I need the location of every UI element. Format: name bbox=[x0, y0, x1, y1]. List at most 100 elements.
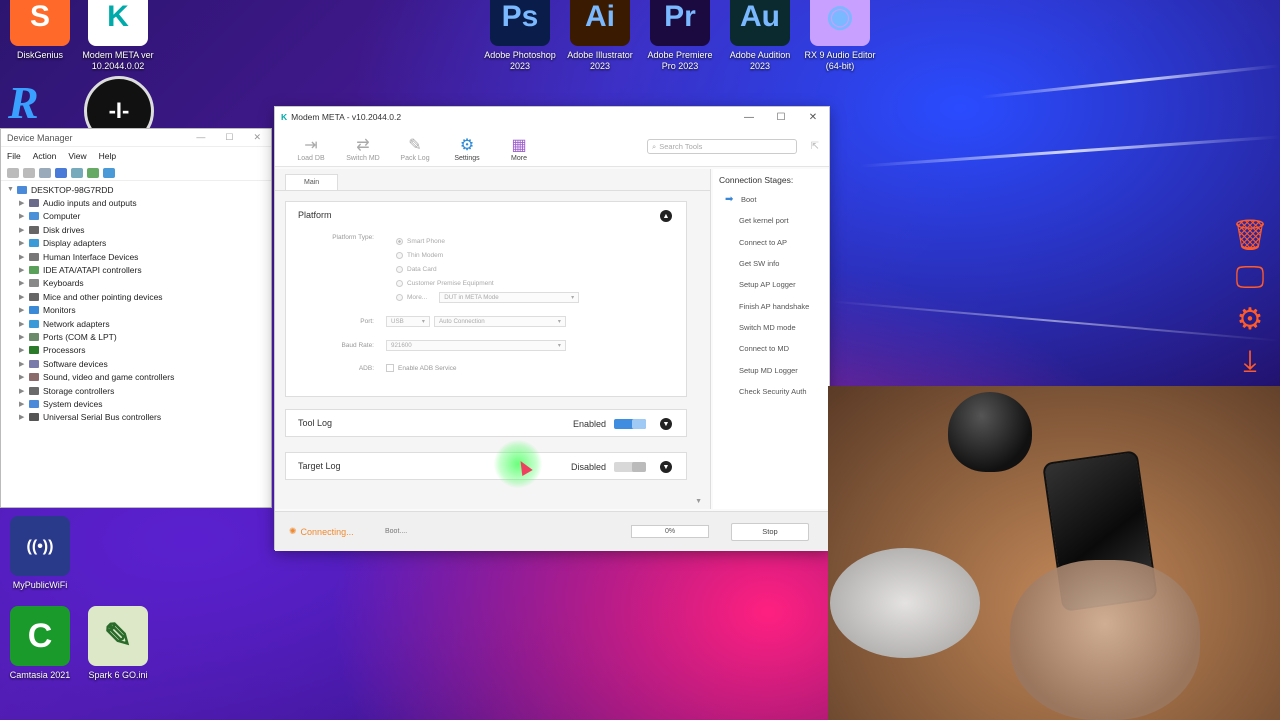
device-category[interactable]: ▶ Software devices bbox=[7, 357, 265, 370]
device-category[interactable]: ▶ Ports (COM & LPT) bbox=[7, 330, 265, 343]
toolbar-load-db-button[interactable]: ⇥ Load DB bbox=[285, 135, 337, 162]
desktop-icon[interactable]: Pr Adobe Premiere Pro 2023 bbox=[640, 0, 720, 72]
platform-option[interactable]: Customer Premise Equipment bbox=[396, 277, 579, 291]
chevron-right-icon[interactable]: ▶ bbox=[19, 346, 29, 354]
device-category[interactable]: ▶ System devices bbox=[7, 397, 265, 410]
tab-main[interactable]: Main bbox=[285, 174, 339, 190]
desktop-icon[interactable]: Au Adobe Audition 2023 bbox=[720, 0, 800, 72]
chevron-right-icon[interactable]: ▶ bbox=[19, 199, 29, 207]
chevron-right-icon[interactable]: ▶ bbox=[19, 360, 29, 368]
chevron-right-icon[interactable]: ▶ bbox=[19, 400, 29, 408]
maximize-icon[interactable]: ☐ bbox=[765, 112, 797, 123]
toolbar-switch-md-button[interactable]: ⇄ Switch MD bbox=[337, 135, 389, 162]
toolbar-more-button[interactable]: ▦ More bbox=[493, 135, 545, 162]
desktop-icon[interactable]: Ai Adobe Illustrator 2023 bbox=[560, 0, 640, 72]
exit-icon[interactable]: ⇱ bbox=[811, 141, 819, 152]
camtasia-2021-icon: C bbox=[10, 606, 70, 666]
minimize-icon[interactable]: — bbox=[196, 132, 205, 143]
menu-item-view[interactable]: View bbox=[68, 151, 86, 161]
expand-tool-log-icon[interactable]: ▼ bbox=[660, 418, 672, 430]
search-tools-input[interactable]: ⌕ Search Tools bbox=[647, 139, 797, 154]
desktop-icon[interactable]: C Camtasia 2021 bbox=[0, 606, 80, 681]
properties-icon[interactable] bbox=[39, 167, 51, 178]
chevron-right-icon[interactable]: ▶ bbox=[19, 293, 29, 301]
expand-target-log-icon[interactable]: ▼ bbox=[660, 461, 672, 473]
platform-option[interactable]: Data Card bbox=[396, 262, 579, 276]
chevron-down-icon[interactable]: ▼ bbox=[7, 186, 17, 193]
more-mode-select[interactable]: DUT in META Mode ▾ bbox=[439, 292, 580, 304]
radio-button[interactable] bbox=[396, 294, 403, 302]
scroll-down-icon[interactable]: ▼ bbox=[695, 498, 702, 505]
device-category[interactable]: ▶ Display adapters bbox=[7, 237, 265, 250]
platform-option[interactable]: Thin Modem bbox=[396, 248, 579, 262]
chevron-right-icon[interactable]: ▶ bbox=[19, 253, 29, 261]
close-icon[interactable]: ✕ bbox=[797, 112, 829, 123]
radio-button[interactable] bbox=[396, 280, 403, 288]
desktop-icon[interactable]: Ps Adobe Photoshop 2023 bbox=[480, 0, 560, 72]
device-category[interactable]: ▶ Mice and other pointing devices bbox=[7, 290, 265, 303]
scan-hardware-icon[interactable] bbox=[87, 167, 99, 178]
monitor-icon[interactable] bbox=[103, 167, 115, 178]
device-category[interactable]: ▶ Storage controllers bbox=[7, 384, 265, 397]
radio-button[interactable] bbox=[396, 251, 403, 259]
help-icon[interactable] bbox=[55, 167, 67, 178]
minimize-icon[interactable]: — bbox=[733, 112, 765, 123]
device-category[interactable]: ▶ Audio inputs and outputs bbox=[7, 196, 265, 209]
chevron-right-icon[interactable]: ▶ bbox=[19, 306, 29, 314]
device-category[interactable]: ▶ Network adapters bbox=[7, 317, 265, 330]
device-category[interactable]: ▶ Computer bbox=[7, 210, 265, 223]
baud-select[interactable]: 921600 ▾ bbox=[386, 340, 566, 351]
chevron-right-icon[interactable]: ▶ bbox=[19, 333, 29, 341]
chevron-right-icon[interactable]: ▶ bbox=[19, 226, 29, 234]
menu-item-help[interactable]: Help bbox=[99, 151, 116, 161]
desktop-icon[interactable]: ((•)) MyPublicWiFi bbox=[0, 516, 80, 591]
chevron-right-icon[interactable]: ▶ bbox=[19, 387, 29, 395]
radio-button[interactable] bbox=[396, 237, 403, 245]
port-select[interactable]: USB ▾ bbox=[386, 316, 430, 327]
download-icon[interactable]: ⤓ bbox=[1243, 344, 1256, 380]
device-category[interactable]: ▶ Universal Serial Bus controllers bbox=[7, 411, 265, 424]
platform-option[interactable]: Smart Phone bbox=[396, 234, 579, 248]
menu-item-action[interactable]: Action bbox=[33, 151, 57, 161]
rollback-r-icon[interactable]: R bbox=[8, 76, 68, 128]
device-category[interactable]: ▶ IDE ATA/ATAPI controllers bbox=[7, 263, 265, 276]
close-icon[interactable]: ✕ bbox=[253, 132, 261, 143]
device-category[interactable]: ▶ Keyboards bbox=[7, 277, 265, 290]
chevron-right-icon[interactable]: ▶ bbox=[19, 239, 29, 247]
device-category[interactable]: ▶ Sound, video and game controllers bbox=[7, 370, 265, 383]
back-icon[interactable] bbox=[7, 167, 19, 178]
desktop-icon[interactable]: ◉ RX 9 Audio Editor (64-bit) bbox=[800, 0, 880, 72]
adb-checkbox[interactable] bbox=[386, 364, 394, 372]
trash-icon[interactable]: 🗑 bbox=[1231, 218, 1269, 254]
forward-icon[interactable] bbox=[23, 167, 35, 178]
device-tree-root[interactable]: ▼ DESKTOP-98G7RDD bbox=[7, 183, 265, 196]
chevron-right-icon[interactable]: ▶ bbox=[19, 279, 29, 287]
desktop-icon[interactable]: K Modem META ver 10.2044.0.02 bbox=[78, 0, 158, 72]
chevron-right-icon[interactable]: ▶ bbox=[19, 266, 29, 274]
toolbar-settings-button[interactable]: ⚙ Settings bbox=[441, 135, 493, 162]
tool-log-state: Enabled bbox=[572, 419, 606, 429]
toolbar-pack-log-button[interactable]: ✎ Pack Log bbox=[389, 135, 441, 162]
gear-icon[interactable]: ⚙ bbox=[1237, 302, 1264, 338]
desktop-icon[interactable]: S DiskGenius bbox=[0, 0, 80, 61]
chevron-right-icon[interactable]: ▶ bbox=[19, 413, 29, 421]
collapse-platform-icon[interactable]: ▲ bbox=[660, 210, 672, 222]
update-driver-icon[interactable] bbox=[71, 167, 83, 178]
radio-button[interactable] bbox=[396, 265, 403, 273]
target-log-toggle[interactable] bbox=[614, 462, 646, 472]
stop-button[interactable]: Stop bbox=[731, 522, 809, 541]
chevron-right-icon[interactable]: ▶ bbox=[19, 320, 29, 328]
chevron-right-icon[interactable]: ▶ bbox=[19, 373, 29, 381]
port-mode-select[interactable]: Auto Connection ▾ bbox=[434, 316, 566, 327]
platform-option[interactable]: More... DUT in META Mode ▾ bbox=[396, 291, 580, 305]
device-category[interactable]: ▶ Disk drives bbox=[7, 223, 265, 236]
device-category[interactable]: ▶ Monitors bbox=[7, 304, 265, 317]
tool-log-toggle[interactable] bbox=[614, 419, 646, 429]
chevron-right-icon[interactable]: ▶ bbox=[19, 212, 29, 220]
maximize-icon[interactable]: ☐ bbox=[225, 132, 233, 143]
monitor-icon[interactable]: 🖵 bbox=[1236, 260, 1265, 296]
desktop-icon[interactable]: ✎ Spark 6 GO.ini bbox=[78, 606, 158, 681]
menu-item-file[interactable]: File bbox=[7, 151, 21, 161]
device-category[interactable]: ▶ Human Interface Devices bbox=[7, 250, 265, 263]
device-category[interactable]: ▶ Processors bbox=[7, 344, 265, 357]
